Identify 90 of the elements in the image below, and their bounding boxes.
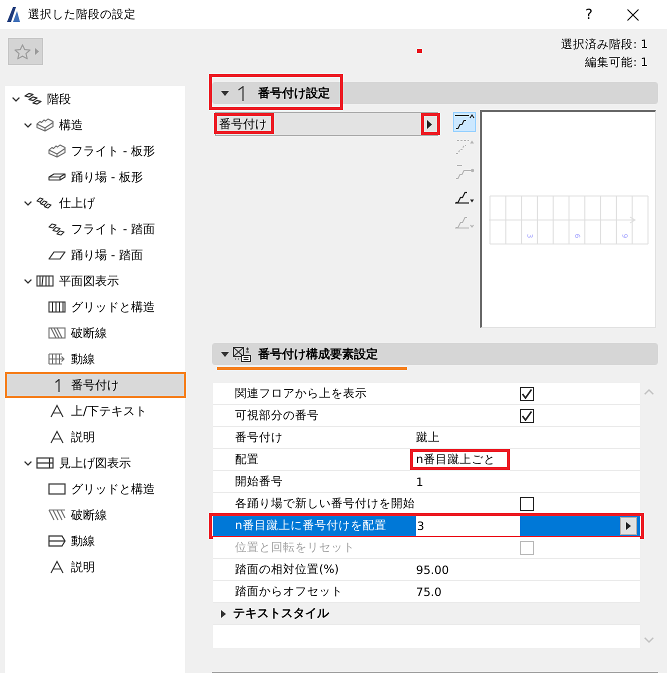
star-icon	[14, 44, 31, 60]
property-value: 75.0	[416, 584, 442, 598]
tree-item[interactable]: 見上げ図表示	[5, 450, 186, 476]
stair-dot-icon	[454, 164, 475, 180]
value-input[interactable]: 3	[416, 515, 520, 536]
tree-item[interactable]: 階段	[5, 86, 186, 112]
tree-item[interactable]: 説明	[5, 424, 186, 450]
numbering-icon	[54, 378, 60, 392]
checkbox[interactable]	[520, 408, 534, 422]
caret-right-icon	[35, 48, 39, 55]
tree-item[interactable]: 上/下テキスト	[5, 398, 186, 424]
tree-item[interactable]: フライト - 踏面	[5, 216, 186, 242]
help-button[interactable]: ?	[574, 0, 604, 29]
chevron-down-icon[interactable]	[24, 460, 32, 466]
tree-item[interactable]: 平面図表示	[5, 268, 186, 294]
section-header[interactable]: 番号付け設定	[212, 82, 658, 104]
plan-grid-icon	[36, 274, 54, 288]
tree-item[interactable]: 動線	[5, 528, 186, 554]
grid-arrow-icon	[48, 352, 66, 366]
property-label: 関連フロアから上を表示	[234, 386, 367, 401]
selection-info: 編集可能: 1	[585, 54, 648, 71]
treads-icon	[36, 196, 54, 210]
stair-top-line-icon	[454, 114, 475, 130]
tree-item[interactable]: 番号付け	[5, 372, 186, 398]
check-icon	[521, 410, 533, 422]
treads-icon	[48, 222, 66, 236]
text-icon	[48, 430, 66, 444]
tree-item[interactable]: 破断線	[5, 502, 186, 528]
tree-item[interactable]: 踊り場 - 踏面	[5, 242, 186, 268]
stair-dashed-icon	[454, 139, 475, 155]
selection-info: 選択済み階段: 1	[561, 36, 648, 53]
tree-item[interactable]: 踊り場 - 板形	[5, 164, 186, 190]
collapse-triangle-icon[interactable]	[221, 90, 229, 96]
stair-bottom-line-icon	[454, 216, 475, 228]
tree-item[interactable]: 説明	[5, 554, 186, 580]
caret-right-icon	[427, 120, 432, 128]
stair-block-icon	[36, 118, 54, 132]
marker-icon	[417, 49, 422, 53]
tree-item[interactable]: グリッドと構造	[5, 294, 186, 320]
section-header[interactable]: 番号付け構成要素設定	[212, 343, 658, 365]
property-label: 番号付け	[234, 430, 283, 445]
box-arrow-icon	[48, 534, 66, 548]
property-label: 踏面の相対位置(%)	[234, 562, 339, 577]
property-value: n番目蹴上ごと	[416, 452, 496, 467]
property-label: 位置と回転をリセット	[234, 540, 355, 555]
property-value: 1	[416, 474, 424, 488]
hatched-box-icon	[48, 326, 66, 340]
stair-block-icon	[48, 144, 66, 158]
rectangle-icon	[48, 482, 66, 496]
property-value: 蹴上	[416, 430, 440, 445]
property-label: n番目蹴上に番号付けを配置	[234, 518, 386, 533]
property-label: 開始番号	[234, 474, 283, 489]
checkbox[interactable]	[520, 386, 534, 400]
collapse-triangle-icon[interactable]	[221, 352, 229, 356]
expand-triangle-icon[interactable]	[221, 610, 226, 618]
tree-item[interactable]: フライト - 板形	[5, 138, 186, 164]
property-label: 踏面からオフセット	[234, 584, 343, 599]
tree-item[interactable]: グリッドと構造	[5, 476, 186, 502]
text-icon	[48, 404, 66, 418]
grid-icon	[48, 300, 66, 314]
tree-item[interactable]: 構造	[5, 112, 186, 138]
style-button[interactable]	[453, 112, 476, 132]
component-settings-icon	[233, 346, 251, 362]
chevron-down-icon[interactable]	[24, 200, 32, 206]
property-row[interactable]: 配置 n番目蹴上ごと	[213, 449, 640, 471]
chevron-down-icon[interactable]	[24, 278, 32, 284]
check-icon	[521, 388, 533, 400]
text-icon	[48, 560, 66, 574]
property-row[interactable]: n番目蹴上に番号付けを配置 3	[213, 515, 640, 537]
tree-item[interactable]: 仕上げ	[5, 190, 186, 216]
numbering-icon	[238, 86, 244, 100]
stair-icon	[24, 92, 42, 106]
group-header[interactable]: テキストスタイル	[213, 603, 640, 625]
caret-right-icon	[626, 522, 631, 530]
checkbox[interactable]	[520, 496, 534, 510]
property-label: 各踊り場で新しい番号付けを開始	[234, 496, 415, 511]
app-logo-icon	[7, 7, 20, 22]
stair-bottom-line-icon	[454, 190, 475, 204]
value-menu-button[interactable]	[620, 516, 637, 534]
window-title: 選択した階段の設定	[28, 7, 136, 22]
property-label: 配置	[234, 452, 259, 467]
tree-item[interactable]: 破断線	[5, 320, 186, 346]
chevron-down-icon[interactable]	[24, 122, 32, 128]
property-label: 可視部分の番号	[234, 408, 319, 423]
chevron-down-icon[interactable]	[12, 96, 20, 102]
split-box-icon	[36, 456, 54, 470]
property-value: 95.00	[416, 562, 449, 576]
hatch-icon	[48, 508, 66, 522]
close-icon	[627, 8, 639, 20]
tree-item[interactable]: 動線	[5, 346, 186, 372]
